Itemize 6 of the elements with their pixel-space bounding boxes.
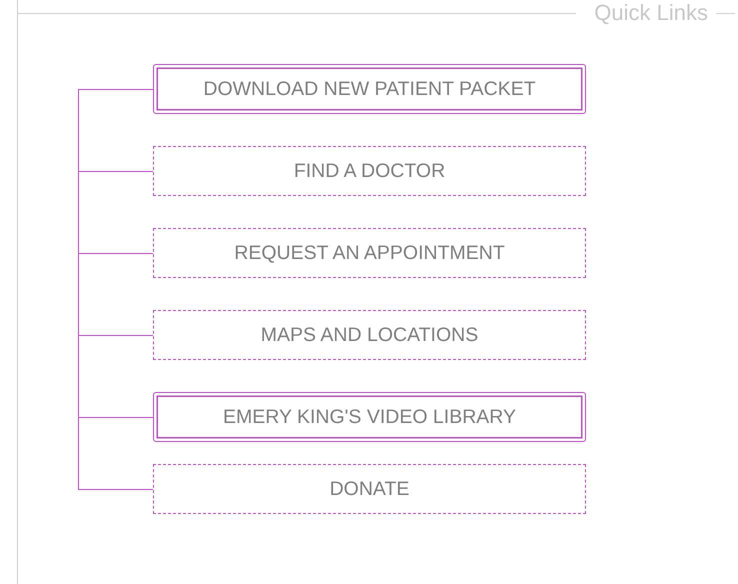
- quick-link-button[interactable]: FIND A DOCTOR: [153, 146, 586, 196]
- quick-link-button[interactable]: EMERY KING'S VIDEO LIBRARY: [153, 392, 586, 442]
- quick-link-button[interactable]: REQUEST AN APPOINTMENT: [153, 228, 586, 278]
- quick-link-button[interactable]: DOWNLOAD NEW PATIENT PACKET: [153, 64, 586, 114]
- quick-link-button[interactable]: MAPS AND LOCATIONS: [153, 310, 586, 360]
- quick-link-button[interactable]: DONATE: [153, 464, 586, 514]
